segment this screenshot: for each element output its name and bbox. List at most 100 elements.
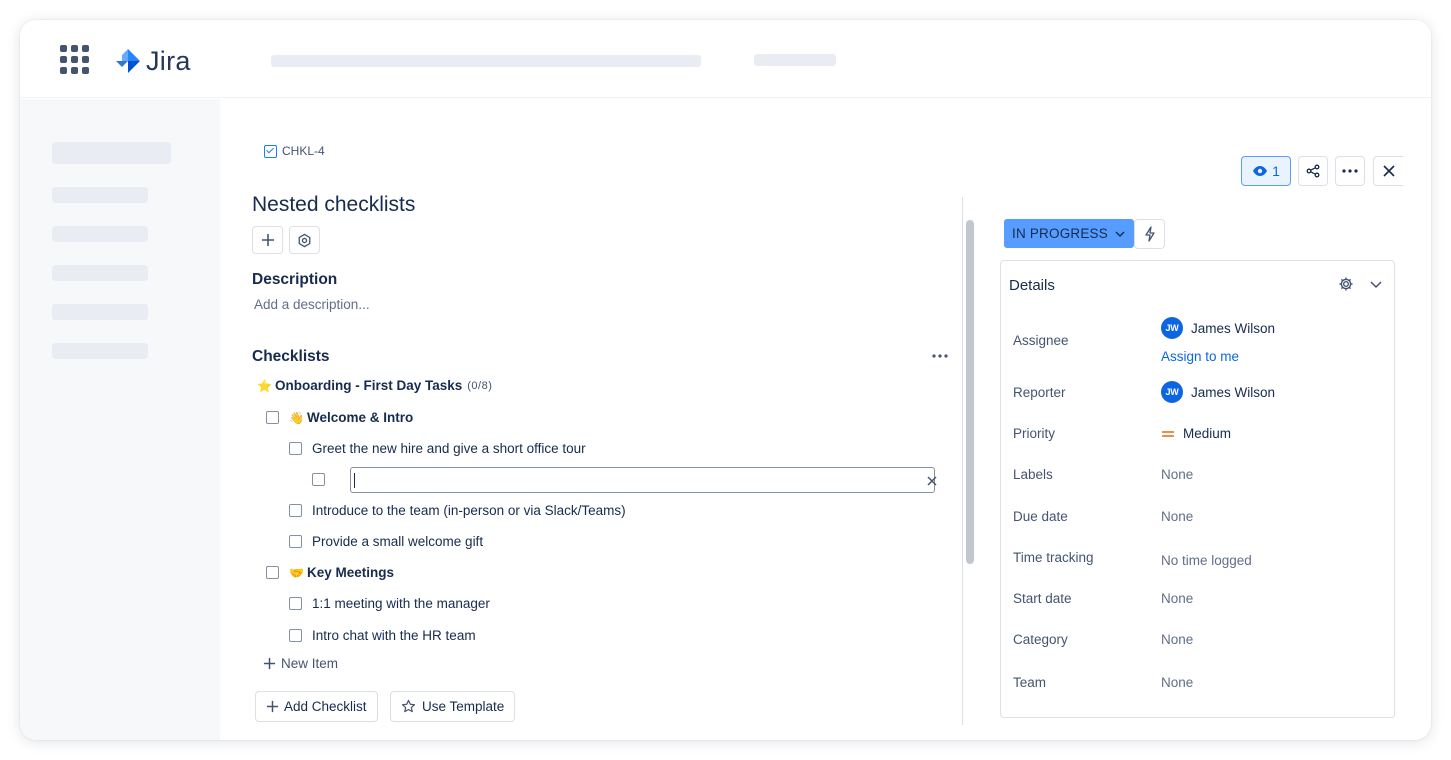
issue-view: CHKL-4 Nested checklists Description Add…	[220, 99, 1431, 740]
new-item-label: New Item	[281, 656, 339, 671]
description-field[interactable]: Add a description...	[254, 297, 370, 312]
due-date-label: Due date	[1013, 509, 1068, 524]
watch-button[interactable]: 1	[1241, 156, 1291, 186]
reporter-field[interactable]: JW James Wilson	[1161, 381, 1275, 403]
reporter-label: Reporter	[1013, 385, 1066, 400]
checklist-group-row: 🤝 Key Meetings	[266, 565, 394, 580]
checklist-item: 1:1 meeting with the manager	[289, 596, 490, 611]
item-checkbox[interactable]	[289, 504, 302, 517]
labels-label: Labels	[1013, 467, 1053, 482]
cancel-edit-button[interactable]	[925, 474, 939, 488]
jira-logo[interactable]: Jira	[114, 45, 191, 76]
sidebar-placeholder	[52, 343, 148, 359]
checklists-heading: Checklists	[252, 348, 330, 365]
checklist-item: Intro chat with the HR team	[289, 628, 476, 643]
group-checkbox[interactable]	[266, 566, 279, 579]
checklist-progress-count: (0/8)	[467, 379, 493, 392]
watch-count: 1	[1272, 163, 1280, 179]
add-checklist-button[interactable]: Add Checklist	[255, 691, 378, 722]
group-label[interactable]: Key Meetings	[307, 565, 394, 580]
group-label[interactable]: Welcome & Intro	[307, 410, 413, 425]
new-item-button[interactable]: New Item	[263, 656, 338, 671]
automation-button[interactable]	[1134, 219, 1165, 249]
start-date-value[interactable]: None	[1161, 591, 1193, 606]
apps-button[interactable]	[289, 226, 320, 254]
new-item-input[interactable]	[350, 467, 935, 493]
collapse-details-button[interactable]	[1369, 278, 1383, 290]
share-button[interactable]	[1298, 156, 1328, 186]
more-horizontal-icon	[932, 354, 948, 358]
plus-icon	[261, 234, 274, 246]
lightning-bolt-icon	[1144, 226, 1155, 242]
item-checkbox[interactable]	[312, 473, 325, 486]
more-horizontal-icon	[1342, 169, 1358, 173]
item-checkbox[interactable]	[289, 629, 302, 642]
checklist-item: Introduce to the team (in-person or via …	[289, 503, 626, 518]
item-label[interactable]: Intro chat with the HR team	[312, 628, 476, 643]
item-label[interactable]: Greet the new hire and give a short offi…	[312, 441, 586, 456]
assignee-name: James Wilson	[1191, 320, 1276, 336]
item-checkbox[interactable]	[289, 535, 302, 548]
category-label: Category	[1013, 632, 1068, 647]
jira-logo-icon	[116, 49, 140, 73]
configure-fields-button[interactable]	[1338, 276, 1354, 292]
item-checkbox[interactable]	[289, 442, 302, 455]
use-template-label: Use Template	[422, 699, 505, 714]
close-icon	[1382, 165, 1395, 177]
assign-to-me-link[interactable]: Assign to me	[1161, 349, 1239, 364]
issue-key-link[interactable]: CHKL-4	[264, 144, 325, 158]
close-icon	[927, 476, 937, 486]
close-button[interactable]	[1373, 156, 1403, 186]
item-checkbox[interactable]	[289, 597, 302, 610]
time-tracking-value[interactable]: No time logged	[1161, 553, 1252, 568]
star-emoji-icon: ⭐	[257, 378, 272, 393]
status-label: IN PROGRESS	[1012, 226, 1108, 241]
eye-icon	[1253, 166, 1268, 176]
due-date-value[interactable]: None	[1161, 509, 1193, 524]
sidebar-placeholder	[52, 226, 148, 242]
chevron-down-icon	[1370, 281, 1382, 289]
priority-medium-icon	[1162, 430, 1174, 437]
sidebar-placeholder	[52, 187, 148, 203]
gear-icon	[1339, 277, 1353, 291]
assignee-label: Assignee	[1013, 333, 1069, 348]
team-value[interactable]: None	[1161, 675, 1193, 690]
assignee-field[interactable]: JW James Wilson	[1161, 317, 1275, 339]
sidebar	[20, 99, 220, 740]
sidebar-placeholder	[52, 142, 171, 164]
use-template-button[interactable]: Use Template	[390, 691, 516, 722]
start-date-label: Start date	[1013, 591, 1072, 606]
avatar: JW	[1161, 381, 1183, 403]
add-button[interactable]	[252, 226, 283, 254]
labels-value[interactable]: None	[1161, 467, 1193, 482]
plus-icon	[266, 700, 279, 713]
category-value[interactable]: None	[1161, 632, 1193, 647]
checklist-item: Provide a small welcome gift	[289, 534, 483, 549]
checklists-more-button[interactable]	[930, 347, 950, 365]
details-heading[interactable]: Details	[1009, 277, 1055, 294]
time-tracking-label: Time tracking	[1013, 550, 1094, 565]
priority-label: Priority	[1013, 426, 1056, 441]
item-label[interactable]: Introduce to the team (in-person or via …	[312, 503, 626, 518]
status-dropdown[interactable]: IN PROGRESS	[1004, 219, 1134, 248]
group-checkbox[interactable]	[266, 411, 279, 424]
nav-placeholder-bar	[754, 54, 836, 66]
details-panel: Details Assignee JW James Wilson Assign …	[1000, 260, 1395, 718]
search-placeholder-bar	[271, 55, 701, 67]
app-switcher-icon[interactable]	[60, 45, 90, 75]
item-label[interactable]: Provide a small welcome gift	[312, 534, 483, 549]
reporter-name: James Wilson	[1191, 384, 1276, 400]
priority-field[interactable]: Medium	[1161, 426, 1231, 441]
hexagon-settings-icon	[298, 233, 311, 247]
more-actions-button[interactable]	[1335, 156, 1365, 186]
waving-hand-emoji-icon: 👋	[289, 410, 304, 425]
scrollbar-thumb[interactable]	[966, 220, 974, 564]
panel-divider	[962, 197, 963, 725]
avatar: JW	[1161, 317, 1183, 339]
handshake-emoji-icon: 🤝	[289, 565, 304, 580]
top-navigation: Jira	[20, 20, 1431, 98]
issue-title[interactable]: Nested checklists	[252, 193, 415, 217]
sidebar-placeholder	[52, 304, 148, 320]
jira-logo-text: Jira	[146, 45, 191, 76]
item-label[interactable]: 1:1 meeting with the manager	[312, 596, 490, 611]
